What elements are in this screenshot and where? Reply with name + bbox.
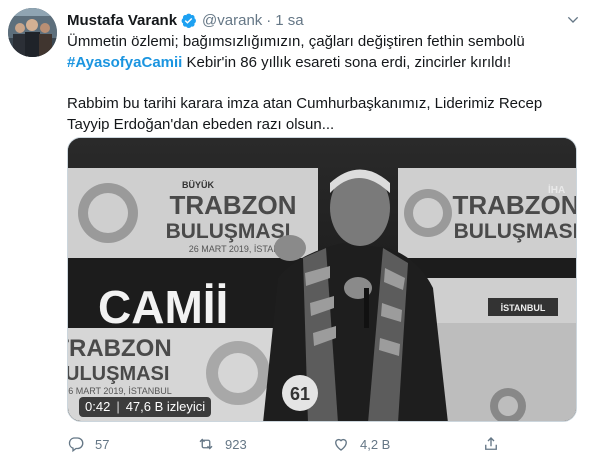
retweet-count: 923 xyxy=(225,436,247,452)
share-icon xyxy=(485,437,497,450)
banner-left-big1: TRABZON xyxy=(68,335,172,362)
header-separator: · xyxy=(266,11,272,29)
reply-icon xyxy=(68,437,84,453)
verified-badge-icon xyxy=(181,13,196,28)
video-player[interactable]: BÜYÜK TRABZON BULUŞMASI 26 MART 2019, İS… xyxy=(67,137,577,422)
tweet-card: Mustafa Varank @varank · 1 sa Ümmetin öz… xyxy=(0,0,593,462)
tweet-line-3: Rabbim bu tarihi karara imza atan Cumhur… xyxy=(67,95,543,112)
chevron-down-icon[interactable] xyxy=(565,12,581,28)
banner-right-big2: BULUŞMASI xyxy=(454,220,577,243)
tweet-line-4: Tayyip Erdoğan'dan ebeden razı olsun... xyxy=(67,116,335,133)
banner-left-date: 6 MART 2019, İSTANBUL xyxy=(68,386,172,396)
tweet-actions: 57 923 4,2 B xyxy=(67,432,567,456)
video-badge: 0:42 | 47,6 B izleyici xyxy=(79,397,212,417)
banner-top-right: TRABZON BULUŞMASI xyxy=(398,168,577,258)
avatar[interactable] xyxy=(8,8,57,57)
author-name[interactable]: Mustafa Varank xyxy=(67,12,177,29)
tweet-header: Mustafa Varank @varank · 1 sa xyxy=(67,9,304,31)
badge-separator: | xyxy=(116,399,120,414)
banner-left-big2: BULUŞMASI xyxy=(68,363,169,385)
tweet-line-2: #AyasofyaCamii Kebir'in 86 yıllık esaret… xyxy=(67,52,577,73)
hashtag-link[interactable]: #AyasofyaCamii xyxy=(67,54,182,71)
podium-sign: İSTANBUL xyxy=(501,303,546,313)
reply-count: 57 xyxy=(95,436,110,452)
like-icon xyxy=(335,438,347,451)
author-handle[interactable]: @varank xyxy=(202,12,262,29)
video-view-count: 47,6 B izleyici xyxy=(125,399,206,414)
share-button[interactable] xyxy=(482,435,500,453)
video-duration: 0:42 xyxy=(85,399,111,414)
watermark: İHA xyxy=(548,183,565,196)
like-button[interactable]: 4,2 B xyxy=(332,435,390,453)
video-frame: BÜYÜK TRABZON BULUŞMASI 26 MART 2019, İS… xyxy=(68,138,577,421)
svg-text:61: 61 xyxy=(290,384,310,404)
banner-top-big1: TRABZON xyxy=(169,190,296,220)
overlay-word: CAMİİ xyxy=(98,281,228,333)
avatar-image xyxy=(8,8,57,57)
like-count: 4,2 B xyxy=(360,436,391,452)
tweet-text: Ümmetin özlemi; bağımsızlığımızın, çağla… xyxy=(67,31,577,135)
banner-top-small: BÜYÜK xyxy=(182,180,215,190)
tweet-line-1: Ümmetin özlemi; bağımsızlığımızın, çağla… xyxy=(67,33,525,50)
retweet-button[interactable]: 923 xyxy=(197,435,247,453)
tweet-timestamp[interactable]: 1 sa xyxy=(275,12,303,29)
tweet-line-2-text: Kebir'in 86 yıllık esareti sona erdi, zi… xyxy=(182,54,512,71)
retweet-icon xyxy=(199,438,213,450)
banner-top-big2: BULUŞMASI xyxy=(166,220,291,243)
reply-button[interactable]: 57 xyxy=(67,435,109,453)
